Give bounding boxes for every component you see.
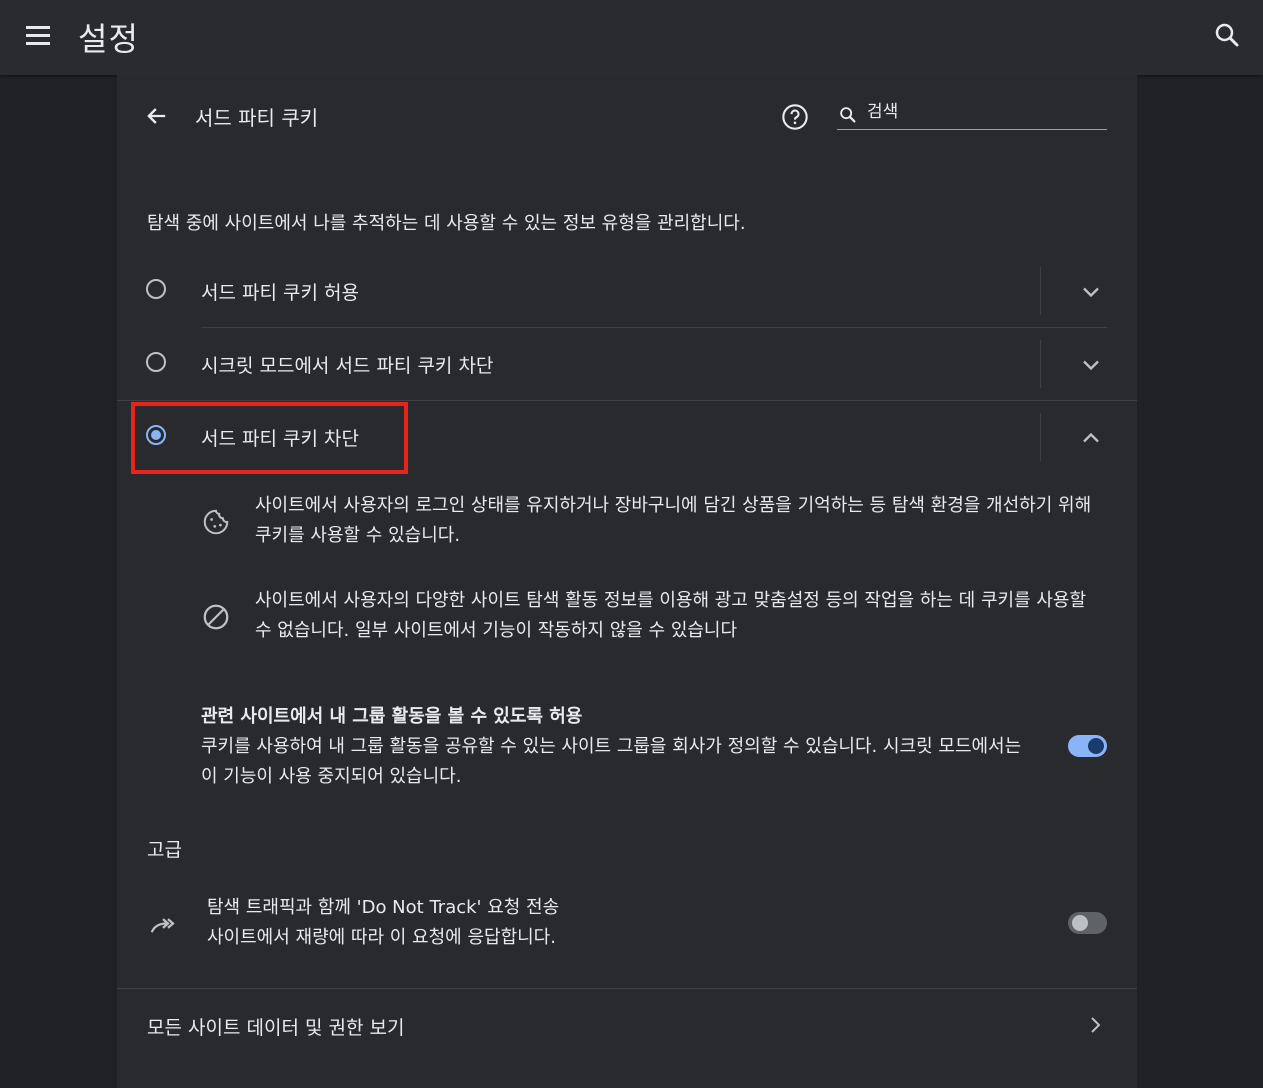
search-field[interactable] <box>837 99 1107 130</box>
search-icon[interactable] <box>1212 20 1242 50</box>
divider <box>1040 267 1041 315</box>
option-label: 서드 파티 쿠키 허용 <box>201 282 359 304</box>
search-input[interactable] <box>867 99 1097 125</box>
chevron-down-icon[interactable] <box>1077 278 1105 306</box>
forward-arrow-icon <box>148 911 178 941</box>
detail-text: 사이트에서 사용자의 다양한 사이트 탐색 활동 정보를 이용해 광고 맞춤설정… <box>255 590 1087 641</box>
dnt-description: 사이트에서 재량에 따라 이 요청에 응답합니다. <box>207 927 556 948</box>
app-title: 설정 <box>78 20 139 58</box>
cookie-icon <box>201 507 231 537</box>
divider <box>1040 340 1041 388</box>
app-toolbar: 설정 <box>0 0 1263 75</box>
related-sites-setting: 관련 사이트에서 내 그룹 활동을 볼 수 있도록 허용 쿠키를 사용하여 내 … <box>201 702 1041 792</box>
block-icon <box>201 602 231 632</box>
option-label: 서드 파티 쿠키 차단 <box>201 428 359 450</box>
radio-block[interactable] <box>146 425 166 445</box>
option-label: 시크릿 모드에서 서드 파티 쿠키 차단 <box>201 355 494 377</box>
back-arrow-icon[interactable] <box>143 102 171 130</box>
radio-block-incognito[interactable] <box>146 352 166 372</box>
related-sites-toggle[interactable] <box>1068 735 1107 757</box>
dnt-toggle[interactable] <box>1068 912 1107 934</box>
do-not-track-setting: 탐색 트래픽과 함께 'Do Not Track' 요청 전송 사이트에서 재량… <box>207 893 1047 953</box>
dnt-title: 탐색 트래픽과 함께 'Do Not Track' 요청 전송 <box>207 897 560 918</box>
detail-text: 사이트에서 사용자의 로그인 상태를 유지하거나 장바구니에 담긴 상품을 기억… <box>255 495 1092 546</box>
radio-allow[interactable] <box>146 279 166 299</box>
search-icon <box>840 107 856 123</box>
chevron-down-icon[interactable] <box>1077 351 1105 379</box>
page-description: 탐색 중에 사이트에서 나를 추적하는 데 사용할 수 있는 정보 유형을 관리… <box>147 213 746 234</box>
option-block-third-party-cookies[interactable]: 서드 파티 쿠키 차단 <box>117 401 1137 474</box>
help-icon[interactable] <box>781 103 809 131</box>
chevron-up-icon[interactable] <box>1077 424 1105 452</box>
settings-card: 서드 파티 쿠키 탐색 중에 사이트에서 나를 추적하는 데 사용할 수 있는 … <box>117 75 1137 1088</box>
option-block-in-incognito[interactable]: 시크릿 모드에서 서드 파티 쿠키 차단 <box>117 328 1137 401</box>
page-header: 서드 파티 쿠키 <box>117 75 1137 159</box>
all-sites-link[interactable]: 모든 사이트 데이터 및 권한 보기 <box>117 989 1137 1062</box>
toggle-knob <box>1088 738 1104 754</box>
divider <box>1040 413 1041 461</box>
chevron-right-icon <box>1083 1013 1107 1037</box>
menu-icon[interactable] <box>24 22 52 50</box>
page-title: 서드 파티 쿠키 <box>195 106 319 130</box>
advanced-section-label: 고급 <box>147 839 182 861</box>
option-allow-third-party-cookies[interactable]: 서드 파티 쿠키 허용 <box>117 255 1137 328</box>
related-sites-description: 쿠키를 사용하여 내 그룹 활동을 공유할 수 있는 사이트 그룹을 회사가 정… <box>201 736 1022 787</box>
toggle-knob <box>1072 915 1088 931</box>
related-sites-title: 관련 사이트에서 내 그룹 활동을 볼 수 있도록 허용 <box>201 706 583 727</box>
all-sites-label: 모든 사이트 데이터 및 권한 보기 <box>147 1017 405 1039</box>
